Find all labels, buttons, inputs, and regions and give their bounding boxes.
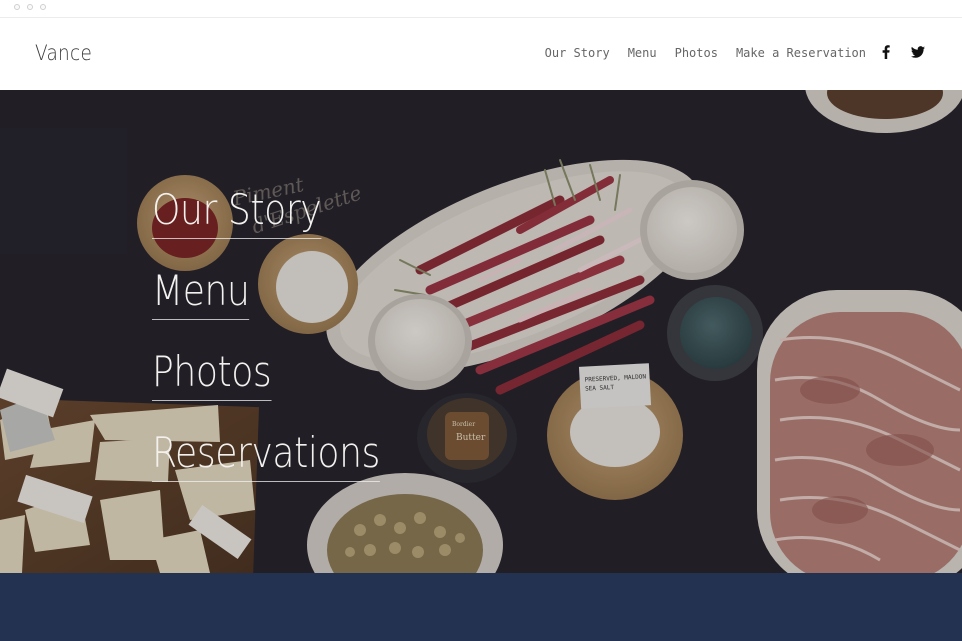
hero-link-menu[interactable]: Menu — [152, 266, 250, 320]
main-nav: Our Story Menu Photos Make a Reservation — [545, 46, 866, 60]
hero-link-photos[interactable]: Photos — [152, 347, 272, 401]
twitter-icon[interactable] — [910, 44, 926, 60]
content-band — [0, 573, 962, 641]
facebook-icon[interactable] — [878, 44, 894, 60]
hero-overlay — [0, 90, 962, 573]
hero-link-label: Menu — [152, 266, 250, 315]
nav-link-make-a-reservation[interactable]: Make a Reservation — [736, 46, 866, 60]
hero-link-label: Photos — [152, 347, 272, 396]
window-chrome — [0, 0, 962, 18]
hero-link-label: Reservations — [152, 428, 380, 477]
nav-link-photos[interactable]: Photos — [675, 46, 718, 60]
nav-link-our-story[interactable]: Our Story — [545, 46, 610, 60]
hero-link-underline — [152, 481, 380, 482]
window-dot-minimize[interactable] — [27, 4, 33, 10]
hero-section: PRESERVED, MALDON SEA SALT Butter Bordie… — [0, 90, 962, 573]
window-dot-close[interactable] — [14, 4, 20, 10]
hero-link-reservations[interactable]: Reservations — [152, 428, 380, 482]
hero-link-underline — [152, 319, 250, 320]
hero-link-underline — [152, 400, 272, 401]
site-header: Vance Our Story Menu Photos Make a Reser… — [0, 18, 962, 90]
nav-link-menu[interactable]: Menu — [628, 46, 657, 60]
hero-link-underline — [152, 238, 322, 239]
window-dot-maximize[interactable] — [40, 4, 46, 10]
hero-link-label: Our Story — [152, 185, 322, 234]
brand-logo[interactable]: Vance — [35, 41, 92, 65]
hero-link-our-story[interactable]: Our Story — [152, 185, 322, 239]
